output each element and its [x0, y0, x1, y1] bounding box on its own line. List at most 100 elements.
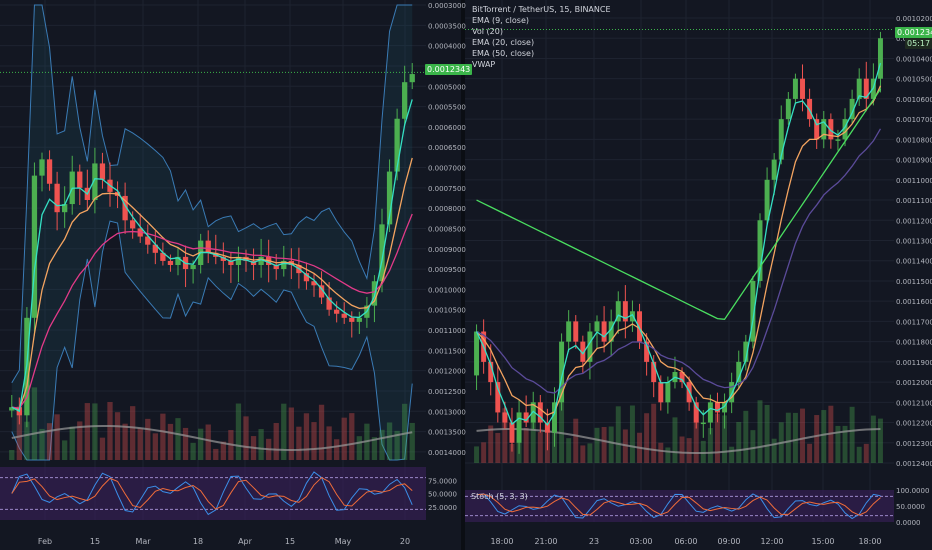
price-axis-label: 0.0012400 — [896, 460, 932, 468]
volume-bar — [145, 418, 151, 460]
candle-body — [409, 74, 415, 83]
price-axis-label: 0.0006500 — [428, 144, 466, 152]
left-price-tag: 0.0012343 — [425, 64, 473, 75]
candle-body — [46, 159, 53, 184]
candle-body — [877, 38, 883, 79]
price-axis-label: 0.0008500 — [428, 225, 466, 233]
candle-body — [516, 412, 522, 443]
volume-bar — [849, 406, 855, 463]
price-axis-label: 0.0012000 — [896, 379, 932, 387]
volume-bar — [258, 429, 264, 460]
time-axis-label: Feb — [38, 537, 52, 546]
price-axis-label: 0.0003500 — [428, 22, 466, 30]
price-axis-label: 0.0011500 — [428, 347, 466, 355]
price-axis-label: 0.0009000 — [428, 246, 466, 254]
price-axis-label: 0.0010600 — [896, 96, 932, 104]
time-axis-label: May — [335, 537, 352, 546]
volume-bar — [615, 406, 621, 463]
volume-bar — [736, 421, 742, 463]
volume-bar — [213, 448, 219, 460]
candle-body — [502, 412, 508, 423]
price-axis-label: 0.0010900 — [896, 157, 932, 165]
volume-bar — [743, 410, 749, 463]
price-axis-label: 0.0012300 — [896, 440, 932, 448]
volume-bar — [190, 442, 196, 460]
time-axis-label: 06:00 — [674, 537, 697, 546]
legend-ema50: EMA (50, close) — [472, 49, 535, 58]
time-axis-label: 12:00 — [760, 537, 783, 546]
volume-bar — [757, 400, 763, 463]
volume-bar — [608, 426, 614, 463]
price-axis-label: 0.0007000 — [428, 165, 466, 173]
volume-bar — [771, 438, 777, 463]
price-axis-label: 0.0011800 — [896, 339, 932, 347]
time-axis-label: 21:00 — [534, 537, 557, 546]
price-axis-label: 0.0003000 — [428, 2, 466, 10]
price-axis-label: 0.0011700 — [896, 318, 932, 326]
candle-body — [601, 321, 607, 342]
volume-bar — [318, 404, 325, 460]
price-axis-label: 0.0010000 — [428, 286, 466, 294]
volume-bar — [877, 418, 883, 463]
price-axis-label: 0.0010500 — [428, 307, 466, 315]
volume-bar — [243, 416, 249, 460]
right-price-tag: 0.0012343 — [895, 27, 932, 38]
volume-bar — [205, 424, 211, 460]
volume-bar — [537, 432, 543, 463]
volume-bar — [281, 403, 287, 460]
volume-bar — [235, 403, 242, 460]
stoch-axis-label: 0.0000 — [896, 519, 921, 527]
candle-body — [835, 139, 841, 141]
ema20-line — [476, 85, 882, 416]
volume-bar — [821, 410, 827, 463]
price-axis-label: 0.0011300 — [896, 238, 932, 246]
volume-bar — [160, 413, 166, 460]
price-axis-label: 0.0012100 — [896, 399, 932, 407]
candle-body — [573, 321, 579, 342]
volume-bar — [587, 443, 593, 463]
volume-bar — [137, 428, 143, 460]
volume-bar — [566, 438, 572, 463]
stoch-axis-label: 75.0000 — [428, 477, 457, 485]
time-axis-label: Mar — [135, 537, 151, 546]
volume-bar — [356, 436, 362, 460]
stoch-axis-label: 50.0000 — [428, 491, 457, 499]
stoch-axis-label: 25.0000 — [428, 504, 457, 512]
candle-body — [700, 422, 706, 425]
volume-bar — [651, 403, 657, 463]
volume-bar — [409, 422, 415, 460]
volume-bar — [807, 443, 813, 463]
volume-bar — [870, 415, 876, 463]
volume-bar — [39, 428, 45, 460]
volume-bar — [679, 436, 685, 463]
volume-bar — [273, 423, 279, 460]
volume-bar — [764, 404, 770, 463]
volume-ma-line — [476, 428, 881, 454]
volume-bar — [46, 423, 53, 460]
volume-bar — [334, 439, 340, 460]
price-axis-label: 0.0010500 — [896, 76, 932, 84]
chart-title: BitTorrent / TetherUS, 15, BINANCE — [472, 5, 611, 14]
volume-bar — [644, 413, 650, 463]
candle-body — [566, 321, 572, 342]
price-axis-label: 0.0012000 — [428, 368, 466, 376]
time-axis-label: 15 — [285, 537, 295, 546]
candle-body — [707, 402, 713, 423]
chart-canvas[interactable]: 0.0014000 0.0013500 0.0013000 0.0012500 0.00… — [0, 0, 932, 550]
candle-body — [77, 171, 83, 188]
volume-bar — [114, 412, 121, 460]
legend-vwap: VWAP — [472, 60, 496, 69]
volume-bar — [349, 413, 355, 460]
candle-body — [39, 159, 45, 176]
price-axis-label: 0.0011500 — [896, 278, 932, 286]
legend-ema20: EMA (20, close) — [472, 38, 535, 47]
volume-bar — [152, 433, 158, 460]
legend-ema9: EMA (9, close) — [472, 16, 529, 25]
legend-volume: Vol (20) — [472, 27, 503, 36]
bollinger-fill — [11, 5, 413, 460]
volume-bar — [326, 426, 332, 460]
candle-body — [190, 265, 196, 270]
volume-bar — [814, 415, 820, 463]
volume-bar — [198, 428, 204, 460]
chart-legend: BitTorrent / TetherUS, 15, BINANCE EMA (… — [472, 4, 611, 70]
